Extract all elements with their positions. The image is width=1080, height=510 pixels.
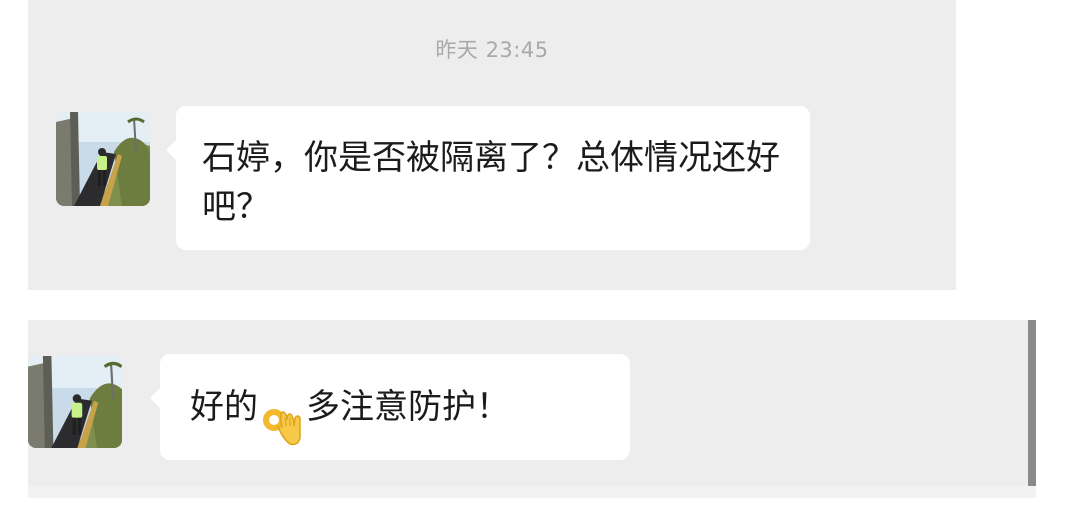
avatar-photo-icon[interactable] xyxy=(56,112,150,206)
message-timestamp: 昨天 23:45 xyxy=(435,38,549,62)
ok-hand-icon xyxy=(260,384,304,445)
chat-panel-top: 昨天 23:45 石婷，你是否被隔离了？总体情况还好吧？ xyxy=(28,0,956,290)
scrollbar[interactable] xyxy=(1028,320,1036,486)
chat-panel-bottom: 好的 多注意防护！ xyxy=(28,320,1036,498)
panel-bottom-strip xyxy=(28,486,1036,498)
message-text: 石婷，你是否被隔离了？总体情况还好吧？ xyxy=(202,138,780,227)
avatar-photo-icon[interactable] xyxy=(28,354,122,448)
message-text-after-emoji: 多注意防护！ xyxy=(306,387,510,427)
message-text-before-emoji: 好的 xyxy=(190,387,258,427)
message-bubble[interactable]: 好的 多注意防护！ xyxy=(150,354,630,460)
chat-screenshot: 昨天 23:45 石婷，你是否被隔离了？总体情况还好吧？ 好的 多注意防护！ xyxy=(0,0,1080,510)
message-bubble[interactable]: 石婷，你是否被隔离了？总体情况还好吧？ xyxy=(166,106,810,250)
